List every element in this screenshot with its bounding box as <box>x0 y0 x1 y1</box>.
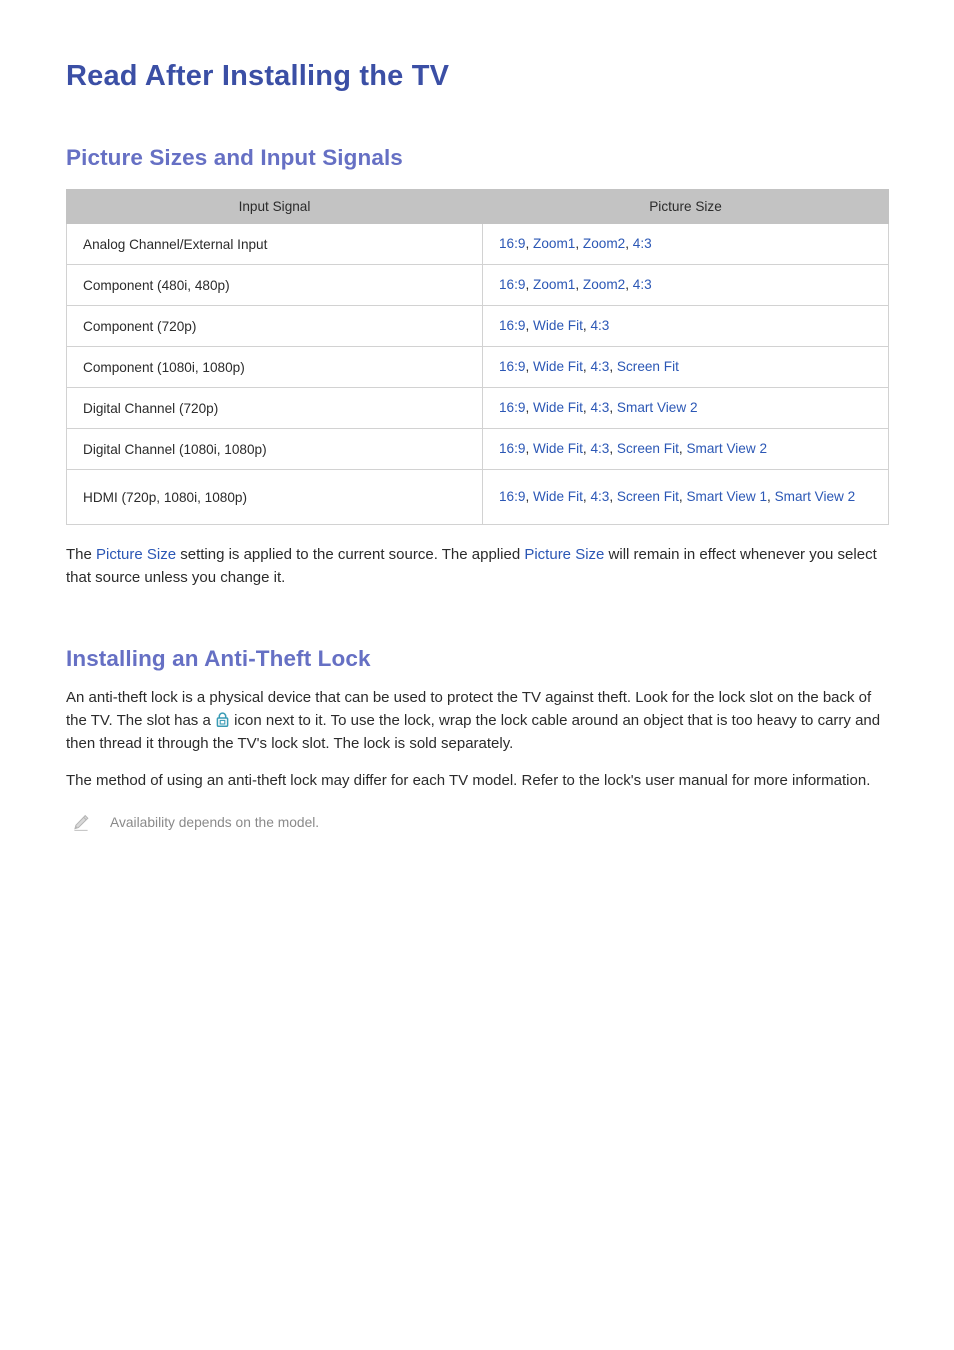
cell-picture-size: 16:9, Zoom1, Zoom2, 4:3 <box>482 264 889 306</box>
value-separator: , <box>609 400 617 416</box>
cell-input-signal: HDMI (720p, 1080i, 1080p) <box>66 469 483 525</box>
anti-theft-paragraph-1: An anti-theft lock is a physical device … <box>66 672 888 756</box>
section-heading-picture-sizes: Picture Sizes and Input Signals <box>66 145 403 170</box>
picture-size-value: 4:3 <box>590 489 610 505</box>
value-separator: , <box>625 277 633 293</box>
picture-size-value: 16:9 <box>499 318 526 334</box>
picture-size-value: 4:3 <box>590 400 610 416</box>
picture-size-value: Smart View 1 <box>686 489 768 505</box>
value-separator: , <box>525 489 534 505</box>
picture-size-value: Wide Fit <box>533 489 583 505</box>
table-row: Analog Channel/External Input 16:9, Zoom… <box>66 223 889 265</box>
cell-picture-size: 16:9, Wide Fit, 4:3, Screen Fit, Smart V… <box>482 428 889 470</box>
cell-input-signal: Analog Channel/External Input <box>66 223 483 265</box>
picture-size-value: Smart View 2 <box>616 400 698 416</box>
picture-size-value: Wide Fit <box>533 441 583 457</box>
picture-size-note-paragraph: The Picture Size setting is applied to t… <box>66 525 888 590</box>
cell-picture-size: 16:9, Wide Fit, 4:3, Screen Fit, Smart V… <box>482 469 889 525</box>
cell-picture-size: 16:9, Zoom1, Zoom2, 4:3 <box>482 223 889 265</box>
lock-icon <box>216 711 229 727</box>
value-separator: , <box>609 489 617 505</box>
picture-size-value: Wide Fit <box>533 400 583 416</box>
picture-size-value: Wide Fit <box>533 359 583 375</box>
picture-size-value: Screen Fit <box>616 359 679 375</box>
anti-theft-paragraph-2: The method of using an anti-theft lock m… <box>66 772 871 790</box>
table-row: Digital Channel (720p) 16:9, Wide Fit, 4… <box>66 387 889 429</box>
table-header-row: Input Signal Picture Size <box>66 189 889 224</box>
table-row: Component (1080i, 1080p) 16:9, Wide Fit,… <box>66 346 889 388</box>
picture-size-value: Smart View 2 <box>686 441 768 457</box>
picture-size-value: Zoom2 <box>582 277 626 293</box>
value-separator: , <box>525 400 534 416</box>
picture-size-value: Wide Fit <box>533 318 583 334</box>
note-text-part-2: setting is applied to the current source… <box>176 546 525 563</box>
picture-size-value: 4:3 <box>590 359 610 375</box>
document-page: Read After Installing the TV Picture Siz… <box>0 0 954 1350</box>
cell-picture-size: 16:9, Wide Fit, 4:3, Smart View 2 <box>482 387 889 429</box>
cell-input-signal: Component (1080i, 1080p) <box>66 346 483 388</box>
picture-size-value: 16:9 <box>499 277 526 293</box>
picture-size-value: Smart View 2 <box>774 489 856 505</box>
section-heading-anti-theft-lock: Installing an Anti-Theft Lock <box>66 645 371 671</box>
term-picture-size-1: Picture Size <box>96 546 177 563</box>
picture-size-value: 16:9 <box>499 489 526 505</box>
pencil-icon <box>72 814 90 832</box>
table-row: Component (480i, 480p) 16:9, Zoom1, Zoom… <box>66 264 889 306</box>
value-separator: , <box>609 441 617 457</box>
availability-note-text: Availability depends on the model. <box>110 814 320 830</box>
value-separator: , <box>625 236 633 252</box>
value-separator: , <box>525 441 534 457</box>
cell-picture-size: 16:9, Wide Fit, 4:3, Screen Fit <box>482 346 889 388</box>
value-separator: , <box>575 236 583 252</box>
table-row: Component (720p) 16:9, Wide Fit, 4:3 <box>66 305 889 347</box>
term-picture-size-2: Picture Size <box>524 546 605 563</box>
cell-input-signal: Digital Channel (1080i, 1080p) <box>66 428 483 470</box>
picture-size-value: 4:3 <box>632 277 652 293</box>
picture-size-value: 16:9 <box>499 441 526 457</box>
picture-size-value: 4:3 <box>590 441 610 457</box>
column-header-input-signal: Input Signal <box>66 189 483 224</box>
value-separator: , <box>525 277 534 293</box>
picture-size-value: 4:3 <box>632 236 652 252</box>
value-separator: , <box>609 359 617 375</box>
picture-size-value: Zoom2 <box>582 236 626 252</box>
availability-note: Availability depends on the model. <box>66 793 888 832</box>
table-header: Input Signal Picture Size <box>66 189 889 224</box>
value-separator: , <box>525 359 534 375</box>
note-text-part-1: The <box>66 546 97 563</box>
cell-picture-size: 16:9, Wide Fit, 4:3 <box>482 305 889 347</box>
picture-size-value: 16:9 <box>499 359 526 375</box>
cell-input-signal: Component (480i, 480p) <box>66 264 483 306</box>
value-separator: , <box>767 489 775 505</box>
cell-input-signal: Component (720p) <box>66 305 483 347</box>
page-title: Read After Installing the TV <box>66 60 450 92</box>
picture-size-table: Input Signal Picture Size Analog Channel… <box>66 189 889 525</box>
value-separator: , <box>525 318 534 334</box>
picture-size-value: 16:9 <box>499 400 526 416</box>
picture-size-value: Zoom1 <box>533 277 576 293</box>
column-header-picture-size: Picture Size <box>482 189 889 224</box>
table-body: Analog Channel/External Input 16:9, Zoom… <box>66 223 889 525</box>
picture-size-value: Zoom1 <box>533 236 576 252</box>
picture-size-value: Screen Fit <box>616 489 679 505</box>
table-row: Digital Channel (1080i, 1080p) 16:9, Wid… <box>66 428 889 470</box>
table-row: HDMI (720p, 1080i, 1080p) 16:9, Wide Fit… <box>66 469 889 525</box>
cell-input-signal: Digital Channel (720p) <box>66 387 483 429</box>
picture-size-value: 16:9 <box>499 236 526 252</box>
value-separator: , <box>525 236 534 252</box>
value-separator: , <box>575 277 583 293</box>
picture-size-value: 4:3 <box>590 318 610 334</box>
picture-size-value: Screen Fit <box>616 441 679 457</box>
